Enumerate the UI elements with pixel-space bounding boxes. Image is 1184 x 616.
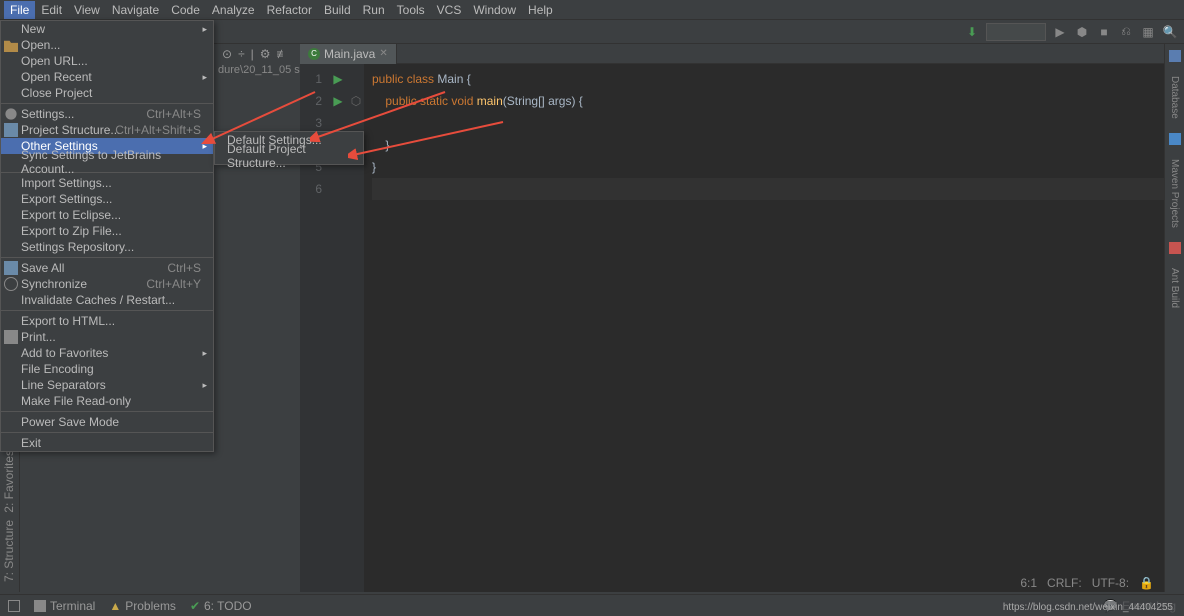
java-class-icon: C [308,48,320,60]
mi-export-settings[interactable]: Export Settings... [1,191,213,207]
search-icon[interactable]: 🔍 [1162,24,1178,40]
sb-terminal[interactable]: Terminal [34,599,95,613]
mi-open[interactable]: Open... [1,37,213,53]
status-right: 6:1 CRLF: UTF-8: 🔒 [1020,574,1154,592]
sync-icon [4,277,18,291]
mi-open-url[interactable]: Open URL... [1,53,213,69]
breadcrumb: dure\20_11_05 std [218,64,309,76]
menubar: File Edit View Navigate Code Analyze Ref… [0,0,1184,20]
wrench-icon [4,107,18,121]
separator [1,411,213,412]
right-database[interactable]: Database [1169,72,1180,123]
line-ending[interactable]: CRLF: [1047,576,1082,590]
close-tab-icon[interactable]: ✕ [379,48,387,59]
run-class-icon[interactable]: ▶ [328,68,348,90]
separator [1,432,213,433]
mi-exit[interactable]: Exit [1,435,213,451]
other-settings-submenu: Default Settings... Default Project Stru… [214,131,364,165]
stop-icon[interactable]: ■ [1096,24,1112,40]
right-ant[interactable]: Ant Build [1169,264,1180,312]
mi-readonly[interactable]: Make File Read-only [1,393,213,409]
mi-export-zip[interactable]: Export to Zip File... [1,223,213,239]
debug-icon[interactable]: ⬢ [1074,24,1090,40]
vcs-icon[interactable]: ⎌ [1118,24,1134,40]
mi-file-encoding[interactable]: File Encoding [1,361,213,377]
code-content[interactable]: public class Main { public static void m… [364,64,1164,592]
database-icon[interactable] [1169,50,1181,62]
cursor-pos: 6:1 [1020,576,1037,590]
target-icon[interactable]: ⊙ [222,47,232,61]
tab-tools: ⊙ ÷ | ⚙ ≢ [222,47,289,61]
mi-add-favorites[interactable]: Add to Favorites▸ [1,345,213,361]
mi-save-all[interactable]: Save AllCtrl+S [1,260,213,276]
separator [1,310,213,311]
menu-vcs[interactable]: VCS [431,1,468,19]
terminal-icon [34,600,46,612]
menu-file[interactable]: File [4,1,35,19]
collapse-icon[interactable]: ≢ [277,47,289,61]
save-icon [4,261,18,275]
mi-export-html[interactable]: Export to HTML... [1,313,213,329]
encoding[interactable]: UTF-8: [1092,576,1129,590]
menu-tools[interactable]: Tools [391,1,431,19]
gear-icon[interactable]: ⚙ [260,47,271,61]
menu-window[interactable]: Window [467,1,522,19]
print-icon [4,330,18,344]
menu-edit[interactable]: Edit [35,1,68,19]
mi-close-project[interactable]: Close Project [1,85,213,101]
ant-icon[interactable] [1169,242,1181,254]
file-menu-dropdown: New▸ Open... Open URL... Open Recent▸ Cl… [0,20,214,452]
code-editor[interactable]: 123456 ▶ ▶ ⬡ public class Main { public … [300,64,1164,592]
window-icon[interactable] [8,600,20,612]
mi-settings[interactable]: Settings...Ctrl+Alt+S [1,106,213,122]
menu-help[interactable]: Help [522,1,559,19]
mi-line-separators[interactable]: Line Separators▸ [1,377,213,393]
build-icon[interactable]: ⬇ [964,24,980,40]
menu-navigate[interactable]: Navigate [106,1,165,19]
right-maven[interactable]: Maven Projects [1169,155,1180,232]
right-tool-stripe: Database Maven Projects Ant Build [1164,44,1184,592]
sb-problems[interactable]: ▲Problems [109,599,176,613]
structure-icon [4,123,18,137]
run-config-combo[interactable] [986,23,1046,41]
run-icon[interactable]: ▶ [1052,24,1068,40]
editor-tab-main[interactable]: C Main.java ✕ [300,44,397,64]
mi-power-save[interactable]: Power Save Mode [1,414,213,430]
project-structure-icon[interactable]: ▦ [1140,24,1156,40]
tab-title: Main.java [324,47,375,61]
mi-project-structure[interactable]: Project Structure...Ctrl+Alt+Shift+S [1,122,213,138]
warning-icon: ▲ [109,599,121,613]
menu-build[interactable]: Build [318,1,357,19]
watermark-url: https://blog.csdn.net/weixin_44404255 [1000,601,1176,614]
lock-icon[interactable]: 🔒 [1139,576,1154,590]
mi-import-settings[interactable]: Import Settings... [1,175,213,191]
mi-print[interactable]: Print... [1,329,213,345]
mi-open-recent[interactable]: Open Recent▸ [1,69,213,85]
left-structure[interactable]: 7: Structure [2,520,16,582]
mi-sync-settings[interactable]: Sync Settings to JetBrains Account... [1,154,213,170]
run-method-icon[interactable]: ▶ [328,90,348,112]
menu-run[interactable]: Run [357,1,391,19]
sb-todo[interactable]: ✔6: TODO [190,599,252,613]
separator [1,257,213,258]
mi-default-project-structure[interactable]: Default Project Structure... [215,148,363,164]
mi-export-eclipse[interactable]: Export to Eclipse... [1,207,213,223]
mi-synchronize[interactable]: SynchronizeCtrl+Alt+Y [1,276,213,292]
editor-tabs: C Main.java ✕ [300,44,1164,64]
maven-icon[interactable] [1169,133,1181,145]
menu-code[interactable]: Code [165,1,206,19]
left-favorites[interactable]: 2: Favorites [2,450,16,513]
expand-icon[interactable]: ÷ [238,47,245,61]
folder-icon [4,38,18,52]
menu-view[interactable]: View [68,1,106,19]
line-icon: | [251,47,254,61]
todo-icon: ✔ [190,599,200,613]
mi-invalidate[interactable]: Invalidate Caches / Restart... [1,292,213,308]
separator [1,103,213,104]
mi-settings-repo[interactable]: Settings Repository... [1,239,213,255]
menu-refactor[interactable]: Refactor [261,1,318,19]
mi-new[interactable]: New▸ [1,21,213,37]
menu-analyze[interactable]: Analyze [206,1,261,19]
